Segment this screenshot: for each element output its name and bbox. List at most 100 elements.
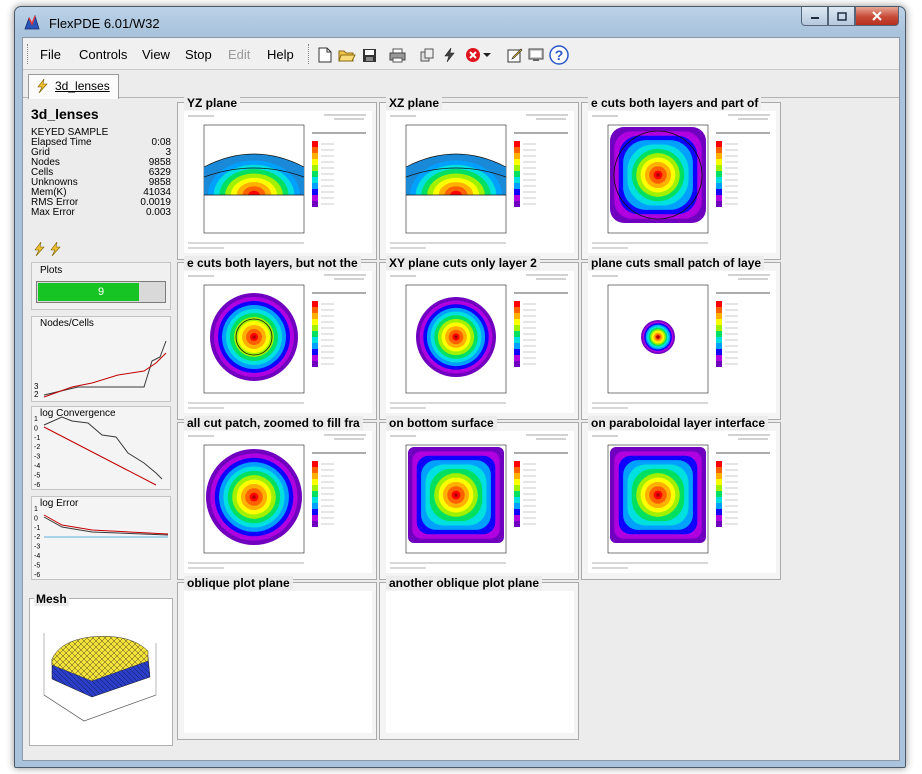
plot-panel[interactable]: e cuts both layers, but not the <box>177 256 377 420</box>
open-file-button[interactable] <box>337 45 357 65</box>
bolt-icon <box>34 242 45 256</box>
plot-panel-title: e cuts both layers and part of <box>588 96 762 110</box>
run-icon <box>444 47 455 63</box>
mesh-preview[interactable]: Mesh <box>29 592 173 746</box>
flexpde-logo-icon <box>24 15 40 30</box>
log-error-monitor[interactable]: log Error 1 0 -1 -2 -3 -4 -5 -6 <box>31 496 171 580</box>
contour-plot <box>390 274 568 409</box>
bolt-icon <box>50 242 61 256</box>
tick-label: -3 <box>34 454 40 461</box>
plot-panel-title: XZ plane <box>386 96 443 110</box>
menu-help[interactable]: Help <box>267 47 294 62</box>
menu-view[interactable]: View <box>142 47 170 62</box>
stop-icon <box>466 48 480 62</box>
stats-table: KEYED SAMPLE Elapsed Time 0:08 Grid 3 Node… <box>31 128 171 218</box>
color-legend <box>312 461 334 527</box>
square-contours <box>408 447 504 543</box>
close-button[interactable] <box>855 7 899 26</box>
disk-contours <box>206 449 302 545</box>
monitor-icon <box>528 48 544 61</box>
contour-plot <box>592 434 770 569</box>
log-error-graph: 1 0 -1 -2 -3 -4 -5 -6 <box>34 506 169 579</box>
plot-panel[interactable]: XZ plane <box>379 96 579 260</box>
print-icon <box>389 48 405 62</box>
log-convergence-monitor[interactable]: log Convergence 1 0 -1 -2 -3 -4 -5 -6 <box>31 406 171 490</box>
tick-label: -4 <box>34 463 40 470</box>
contour-plot <box>188 434 366 569</box>
stop-button[interactable] <box>463 45 483 65</box>
model-name: 3d_lenses <box>31 106 99 122</box>
error-max-line <box>43 514 169 535</box>
tick-label: -2 <box>34 534 40 541</box>
convergence-line <box>43 416 163 480</box>
contour-plot <box>188 114 366 249</box>
maximize-button[interactable] <box>828 7 855 26</box>
log-convergence-graph: 1 0 -1 -2 -3 -4 -5 -6 <box>34 416 163 489</box>
help-icon: ? <box>549 45 569 65</box>
color-legend <box>514 141 536 207</box>
disk-contours <box>641 320 675 354</box>
nodes-cells-monitor[interactable]: Nodes/Cells 3 2 <box>31 316 171 402</box>
run-button[interactable] <box>439 45 459 65</box>
menu-file[interactable]: File <box>40 47 61 62</box>
stop-dropdown-button[interactable] <box>481 45 493 65</box>
plot-panel[interactable]: on bottom surface <box>379 416 579 580</box>
tick-label: -3 <box>34 544 40 551</box>
plot-panel[interactable]: e cuts both layers and part of <box>581 96 781 260</box>
print-button[interactable] <box>387 45 407 65</box>
tick-label: -5 <box>34 472 40 479</box>
color-legend <box>312 301 334 367</box>
plot-panel[interactable]: plane cuts small patch of laye <box>581 256 781 420</box>
menu-controls[interactable]: Controls <box>79 47 127 62</box>
new-icon <box>318 47 332 63</box>
tab-strip: 3d_lenses <box>23 70 899 99</box>
window-title: FlexPDE 6.01/W32 <box>49 16 160 31</box>
plot-canvas <box>588 111 776 253</box>
new-file-button[interactable] <box>315 45 335 65</box>
plot-panel[interactable]: another oblique plot plane <box>379 576 579 740</box>
plot-panel-title: all cut patch, zoomed to fill fra <box>184 416 363 430</box>
plot-panel[interactable]: XY plane cuts only layer 2 <box>379 256 579 420</box>
status-panel: 3d_lenses KEYED SAMPLE Elapsed Time 0:08 … <box>25 100 175 748</box>
minimize-button[interactable] <box>801 7 828 26</box>
contour-plot <box>390 434 568 569</box>
color-legend <box>514 301 536 367</box>
plot-grid: YZ plane XZ plane e cuts both layers and p… <box>177 96 897 748</box>
title-bar[interactable]: FlexPDE 6.01/W32 <box>15 7 905 37</box>
menu-bar: File Controls View Stop Edit Help ? <box>23 38 899 70</box>
contour-plot <box>592 114 770 249</box>
maximize-icon <box>836 11 847 21</box>
monitor-button[interactable] <box>526 45 546 65</box>
plot-panel-title: plane cuts small patch of laye <box>588 256 765 270</box>
client-area: File Controls View Stop Edit Help ? 3d_l… <box>22 37 900 761</box>
edit-script-button[interactable] <box>505 45 525 65</box>
plots-progress-box: Plots 9 <box>31 262 171 310</box>
plot-canvas <box>184 111 372 253</box>
color-legend <box>312 141 334 207</box>
color-legend <box>514 461 536 527</box>
plot-panel[interactable]: YZ plane <box>177 96 377 260</box>
toolbar-grip-2[interactable] <box>308 44 310 64</box>
menu-stop[interactable]: Stop <box>185 47 212 62</box>
save-button[interactable] <box>359 45 379 65</box>
tab-3d-lenses[interactable]: 3d_lenses <box>28 74 119 99</box>
contour-plot <box>188 274 366 409</box>
color-legend <box>716 141 738 207</box>
tick-label: -5 <box>34 562 40 569</box>
contour-plot <box>592 274 770 409</box>
plot-canvas <box>184 431 372 573</box>
tick-label: 0 <box>34 425 38 432</box>
plot-panel-title: XY plane cuts only layer 2 <box>386 256 540 270</box>
copy-button[interactable] <box>417 45 437 65</box>
menu-edit[interactable]: Edit <box>228 47 250 62</box>
plot-panel[interactable]: oblique plot plane <box>177 576 377 740</box>
tick-label: 1 <box>34 416 38 423</box>
plot-panel[interactable]: on paraboloidal layer interface <box>581 416 781 580</box>
bolt-icon <box>37 79 48 93</box>
plot-canvas <box>184 591 372 733</box>
toolbar-grip[interactable] <box>27 44 29 64</box>
plot-panel[interactable]: all cut patch, zoomed to fill fra <box>177 416 377 580</box>
tick-label: -6 <box>34 482 40 489</box>
help-button[interactable]: ? <box>549 45 569 65</box>
disk-contours <box>416 297 496 377</box>
